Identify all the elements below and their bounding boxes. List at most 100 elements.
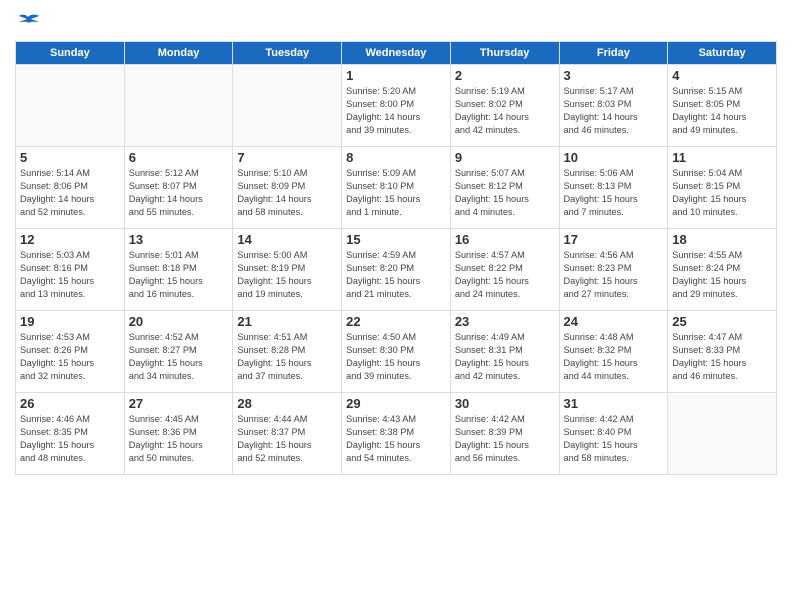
day-info: Sunrise: 5:04 AMSunset: 8:15 PMDaylight:… xyxy=(672,167,772,219)
day-number: 15 xyxy=(346,232,446,247)
day-number: 19 xyxy=(20,314,120,329)
day-number: 4 xyxy=(672,68,772,83)
day-number: 6 xyxy=(129,150,229,165)
day-header-thursday: Thursday xyxy=(450,42,559,65)
week-row-5: 26Sunrise: 4:46 AMSunset: 8:35 PMDayligh… xyxy=(16,393,777,475)
day-number: 7 xyxy=(237,150,337,165)
day-info: Sunrise: 4:56 AMSunset: 8:23 PMDaylight:… xyxy=(564,249,664,301)
calendar-cell: 12Sunrise: 5:03 AMSunset: 8:16 PMDayligh… xyxy=(16,229,125,311)
calendar-table: SundayMondayTuesdayWednesdayThursdayFrid… xyxy=(15,41,777,475)
day-number: 2 xyxy=(455,68,555,83)
day-info: Sunrise: 5:03 AMSunset: 8:16 PMDaylight:… xyxy=(20,249,120,301)
page: SundayMondayTuesdayWednesdayThursdayFrid… xyxy=(0,0,792,612)
calendar-cell: 27 Sunrise: 4:45 AMSunset: 8:36 PMDayligh… xyxy=(124,393,233,475)
day-info: Sunrise: 4:43 AMSunset: 8:38 PMDaylight:… xyxy=(346,413,446,465)
day-number: 28 xyxy=(237,396,337,411)
day-info: Sunrise: 4:47 AMSunset: 8:33 PMDaylight:… xyxy=(672,331,772,383)
day-number: 21 xyxy=(237,314,337,329)
day-number: 5 xyxy=(20,150,120,165)
day-number: 24 xyxy=(564,314,664,329)
week-row-3: 12Sunrise: 5:03 AMSunset: 8:16 PMDayligh… xyxy=(16,229,777,311)
day-info: Sunrise: 5:00 AMSunset: 8:19 PMDaylight:… xyxy=(237,249,337,301)
calendar-cell: 16Sunrise: 4:57 AMSunset: 8:22 PMDayligh… xyxy=(450,229,559,311)
day-info: Sunrise: 4:51 AMSunset: 8:28 PMDaylight:… xyxy=(237,331,337,383)
calendar-body: 1 Sunrise: 5:20 AMSunset: 8:00 PMDaylight… xyxy=(16,65,777,475)
day-info: Sunrise: 4:50 AMSunset: 8:30 PMDaylight:… xyxy=(346,331,446,383)
calendar-cell: 19 Sunrise: 4:53 AMSunset: 8:26 PMDayligh… xyxy=(16,311,125,393)
day-info: Sunrise: 5:20 AMSunset: 8:00 PMDaylight:… xyxy=(346,85,446,137)
calendar-cell xyxy=(668,393,777,475)
calendar-cell: 29 Sunrise: 4:43 AMSunset: 8:38 PMDayligh… xyxy=(342,393,451,475)
day-info: Sunrise: 4:53 AMSunset: 8:26 PMDaylight:… xyxy=(20,331,120,383)
calendar-cell: 14 Sunrise: 5:00 AMSunset: 8:19 PMDayligh… xyxy=(233,229,342,311)
calendar-cell: 26Sunrise: 4:46 AMSunset: 8:35 PMDayligh… xyxy=(16,393,125,475)
calendar-cell: 22 Sunrise: 4:50 AMSunset: 8:30 PMDayligh… xyxy=(342,311,451,393)
calendar-cell: 8Sunrise: 5:09 AMSunset: 8:10 PMDaylight… xyxy=(342,147,451,229)
calendar-cell: 31 Sunrise: 4:42 AMSunset: 8:40 PMDayligh… xyxy=(559,393,668,475)
day-number: 11 xyxy=(672,150,772,165)
calendar-cell: 18 Sunrise: 4:55 AMSunset: 8:24 PMDayligh… xyxy=(668,229,777,311)
day-number: 22 xyxy=(346,314,446,329)
day-info: Sunrise: 5:10 AMSunset: 8:09 PMDaylight:… xyxy=(237,167,337,219)
calendar-cell xyxy=(16,65,125,147)
calendar-cell: 2 Sunrise: 5:19 AMSunset: 8:02 PMDaylight… xyxy=(450,65,559,147)
day-header-sunday: Sunday xyxy=(16,42,125,65)
day-info: Sunrise: 5:19 AMSunset: 8:02 PMDaylight:… xyxy=(455,85,555,137)
day-info: Sunrise: 4:45 AMSunset: 8:36 PMDaylight:… xyxy=(129,413,229,465)
day-header-wednesday: Wednesday xyxy=(342,42,451,65)
calendar-cell: 28Sunrise: 4:44 AMSunset: 8:37 PMDayligh… xyxy=(233,393,342,475)
calendar-cell: 5Sunrise: 5:14 AMSunset: 8:06 PMDaylight… xyxy=(16,147,125,229)
calendar-cell: 13Sunrise: 5:01 AMSunset: 8:18 PMDayligh… xyxy=(124,229,233,311)
calendar-cell: 10 Sunrise: 5:06 AMSunset: 8:13 PMDayligh… xyxy=(559,147,668,229)
week-row-2: 5Sunrise: 5:14 AMSunset: 8:06 PMDaylight… xyxy=(16,147,777,229)
day-header-monday: Monday xyxy=(124,42,233,65)
day-number: 1 xyxy=(346,68,446,83)
day-number: 17 xyxy=(564,232,664,247)
day-number: 10 xyxy=(564,150,664,165)
day-header-saturday: Saturday xyxy=(668,42,777,65)
day-info: Sunrise: 4:42 AMSunset: 8:39 PMDaylight:… xyxy=(455,413,555,465)
calendar-cell xyxy=(233,65,342,147)
day-info: Sunrise: 4:48 AMSunset: 8:32 PMDaylight:… xyxy=(564,331,664,383)
day-info: Sunrise: 5:06 AMSunset: 8:13 PMDaylight:… xyxy=(564,167,664,219)
day-number: 18 xyxy=(672,232,772,247)
calendar-cell: 7 Sunrise: 5:10 AMSunset: 8:09 PMDaylight… xyxy=(233,147,342,229)
logo-bird-icon xyxy=(17,14,39,32)
day-number: 3 xyxy=(564,68,664,83)
calendar-cell: 21 Sunrise: 4:51 AMSunset: 8:28 PMDayligh… xyxy=(233,311,342,393)
calendar-cell: 1 Sunrise: 5:20 AMSunset: 8:00 PMDaylight… xyxy=(342,65,451,147)
day-number: 29 xyxy=(346,396,446,411)
calendar-cell: 15 Sunrise: 4:59 AMSunset: 8:20 PMDayligh… xyxy=(342,229,451,311)
days-header-row: SundayMondayTuesdayWednesdayThursdayFrid… xyxy=(16,42,777,65)
week-row-1: 1 Sunrise: 5:20 AMSunset: 8:00 PMDaylight… xyxy=(16,65,777,147)
day-info: Sunrise: 5:12 AMSunset: 8:07 PMDaylight:… xyxy=(129,167,229,219)
day-info: Sunrise: 4:46 AMSunset: 8:35 PMDaylight:… xyxy=(20,413,120,465)
day-info: Sunrise: 4:55 AMSunset: 8:24 PMDaylight:… xyxy=(672,249,772,301)
calendar-cell: 20 Sunrise: 4:52 AMSunset: 8:27 PMDayligh… xyxy=(124,311,233,393)
calendar-cell: 30Sunrise: 4:42 AMSunset: 8:39 PMDayligh… xyxy=(450,393,559,475)
calendar-cell: 9 Sunrise: 5:07 AMSunset: 8:12 PMDaylight… xyxy=(450,147,559,229)
day-number: 25 xyxy=(672,314,772,329)
day-info: Sunrise: 4:59 AMSunset: 8:20 PMDaylight:… xyxy=(346,249,446,301)
day-number: 27 xyxy=(129,396,229,411)
day-header-friday: Friday xyxy=(559,42,668,65)
day-info: Sunrise: 5:07 AMSunset: 8:12 PMDaylight:… xyxy=(455,167,555,219)
day-info: Sunrise: 5:15 AMSunset: 8:05 PMDaylight:… xyxy=(672,85,772,137)
calendar-cell xyxy=(124,65,233,147)
header xyxy=(15,10,777,33)
calendar-cell: 23Sunrise: 4:49 AMSunset: 8:31 PMDayligh… xyxy=(450,311,559,393)
day-number: 20 xyxy=(129,314,229,329)
day-number: 16 xyxy=(455,232,555,247)
week-row-4: 19 Sunrise: 4:53 AMSunset: 8:26 PMDayligh… xyxy=(16,311,777,393)
day-number: 8 xyxy=(346,150,446,165)
day-number: 14 xyxy=(237,232,337,247)
day-number: 9 xyxy=(455,150,555,165)
calendar-cell: 11 Sunrise: 5:04 AMSunset: 8:15 PMDayligh… xyxy=(668,147,777,229)
day-info: Sunrise: 5:17 AMSunset: 8:03 PMDaylight:… xyxy=(564,85,664,137)
logo xyxy=(15,10,39,33)
day-info: Sunrise: 4:49 AMSunset: 8:31 PMDaylight:… xyxy=(455,331,555,383)
day-info: Sunrise: 4:52 AMSunset: 8:27 PMDaylight:… xyxy=(129,331,229,383)
day-info: Sunrise: 4:42 AMSunset: 8:40 PMDaylight:… xyxy=(564,413,664,465)
day-number: 31 xyxy=(564,396,664,411)
calendar-cell: 24 Sunrise: 4:48 AMSunset: 8:32 PMDayligh… xyxy=(559,311,668,393)
